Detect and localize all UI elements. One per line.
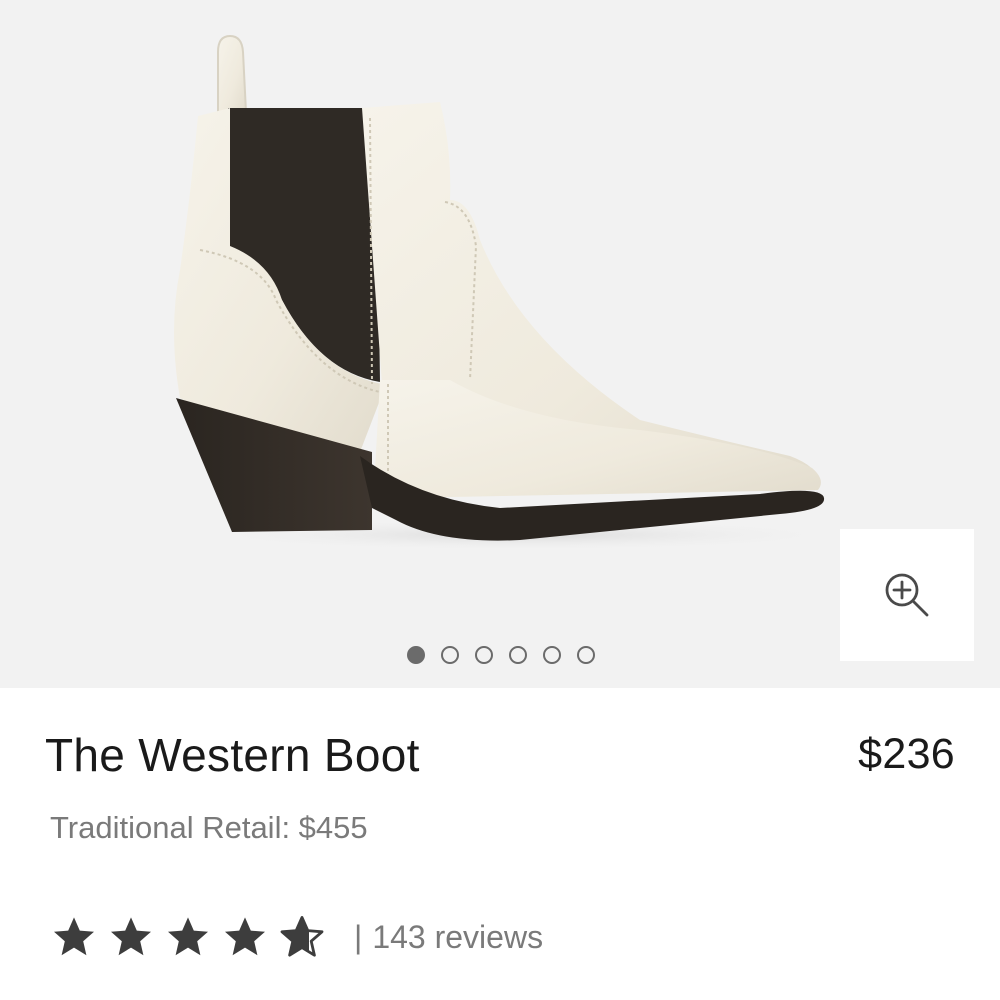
star-full-icon [168,917,208,956]
carousel-dot-6[interactable] [577,646,595,664]
traditional-retail-price: Traditional Retail: $455 [50,810,368,845]
carousel-dot-1[interactable] [407,646,425,664]
rating-row: | 143 reviews [50,912,543,962]
carousel-dot-3[interactable] [475,646,493,664]
carousel-dot-5[interactable] [543,646,561,664]
product-price: $236 [858,730,955,778]
carousel-dot-2[interactable] [441,646,459,664]
star-full-icon [111,917,151,956]
star-half-icon [280,916,324,957]
product-gallery[interactable] [0,0,1000,688]
carousel-dots [0,645,1000,665]
zoom-in-icon [885,573,929,617]
zoom-button[interactable] [840,529,974,661]
review-separator: | [354,918,363,955]
carousel-dot-4[interactable] [509,646,527,664]
product-title: The Western Boot [45,729,420,781]
review-count-link[interactable]: 143 reviews [372,919,543,956]
star-full-icon [225,917,265,956]
star-full-icon [54,917,94,956]
star-rating[interactable] [50,913,326,961]
